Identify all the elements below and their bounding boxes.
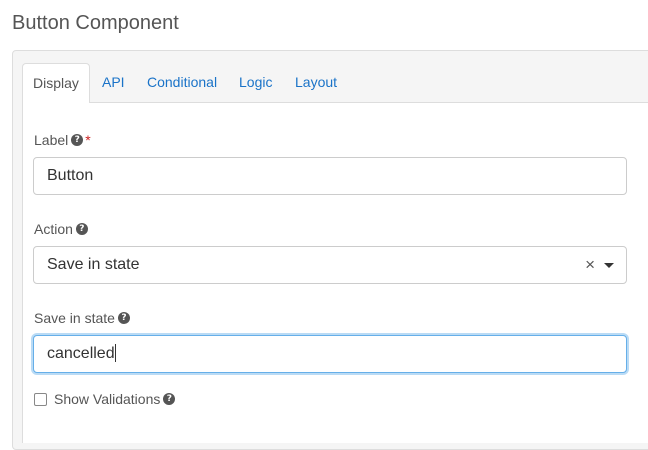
question-circle-icon[interactable]: ? xyxy=(117,312,130,325)
label-input-value: Button xyxy=(47,167,94,184)
label-field-label: Label? * xyxy=(34,131,91,149)
save-in-state-input-value: cancelled xyxy=(47,345,115,362)
show-validations-checkbox[interactable] xyxy=(34,392,47,406)
clear-icon[interactable]: × xyxy=(585,247,595,283)
label-field-text: Label xyxy=(34,132,69,148)
show-validations-label[interactable]: Show Validations xyxy=(54,391,160,407)
action-field-text: Action xyxy=(34,221,73,237)
page-title: Button Component xyxy=(12,12,179,34)
tab-api[interactable]: API xyxy=(92,63,135,103)
text-caret xyxy=(114,343,116,362)
tab-display[interactable]: Display xyxy=(22,63,90,104)
settings-tabs: Display API Conditional Logic Layout xyxy=(22,63,648,104)
question-circle-icon[interactable]: ? xyxy=(75,223,88,236)
save-in-state-field-label: Save in state? xyxy=(34,309,130,327)
save-in-state-input[interactable]: cancelled xyxy=(33,335,627,373)
action-select[interactable]: Save in state × xyxy=(33,246,627,284)
tab-conditional[interactable]: Conditional xyxy=(137,63,227,103)
chevron-down-icon[interactable] xyxy=(604,263,614,268)
tab-logic[interactable]: Logic xyxy=(229,63,282,103)
label-input[interactable]: Button xyxy=(33,157,627,195)
save-in-state-field-text: Save in state xyxy=(34,310,115,326)
tab-layout[interactable]: Layout xyxy=(285,63,347,103)
show-validations-row: Show Validations? xyxy=(34,391,176,407)
action-field-label: Action? xyxy=(34,220,88,238)
question-circle-icon[interactable]: ? xyxy=(163,393,176,406)
question-circle-icon[interactable]: ? xyxy=(71,134,84,147)
action-select-value: Save in state xyxy=(47,256,140,273)
required-marker: * xyxy=(85,132,91,148)
